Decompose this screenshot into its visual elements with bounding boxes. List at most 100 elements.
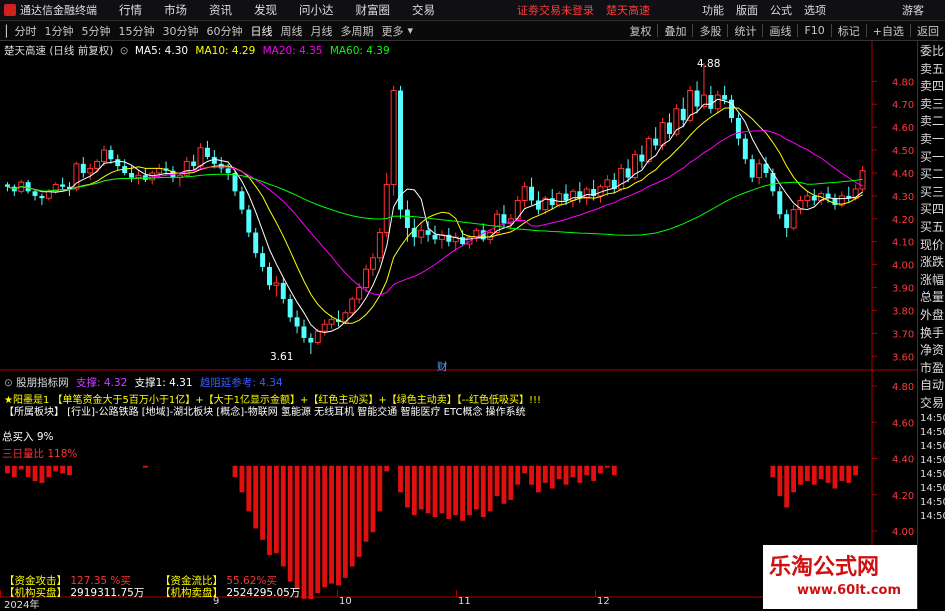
- tab-1min[interactable]: 1分钟: [40, 23, 77, 39]
- side-panel-item[interactable]: 涨幅: [918, 272, 945, 290]
- ma20-label: MA20: 4.35: [262, 45, 323, 57]
- side-panel-item[interactable]: 买五: [918, 219, 945, 237]
- side-panel-item[interactable]: 外盘: [918, 307, 945, 325]
- side-panel-item[interactable]: 卖二: [918, 113, 945, 131]
- main-axis-label: 3.90: [892, 284, 914, 295]
- side-panel-item[interactable]: 买一: [918, 149, 945, 167]
- candle-body: [790, 209, 797, 229]
- side-panel-item[interactable]: 14:50: [918, 510, 945, 524]
- tab-30min[interactable]: 30分钟: [158, 23, 202, 39]
- btn-overlay[interactable]: 叠加: [660, 23, 690, 39]
- btn-add-favorite[interactable]: +自选: [869, 23, 908, 39]
- side-panel-item[interactable]: 交易: [918, 395, 945, 413]
- side-panel-item[interactable]: 14:50: [918, 426, 945, 440]
- menu-item-layout[interactable]: 版面: [736, 2, 758, 18]
- menu-item-news[interactable]: 资讯: [209, 2, 232, 18]
- menu-item-market[interactable]: 市场: [164, 2, 187, 18]
- side-panel-item[interactable]: 现价: [918, 237, 945, 255]
- tab-15min[interactable]: 15分钟: [114, 23, 158, 39]
- side-panel-item[interactable]: 委比: [918, 43, 945, 61]
- indicator-bar: [232, 465, 238, 478]
- side-panel-item[interactable]: 卖一: [918, 131, 945, 149]
- candle-body: [722, 95, 728, 100]
- candle-body: [742, 138, 748, 160]
- quote-side-list: 委比 卖五 卖四 卖三 卖二 卖一 买一 买二 买三 买四 买五 现价 涨跌 涨幅 总量 外盘 换手 净资 市盈 自动…: [918, 43, 945, 524]
- sector-line: 【所属板块】 [行业]-公路铁路 [地域]-湖北板块 [概念]-物联网 氢能源 …: [4, 407, 526, 418]
- finance-marker[interactable]: 财: [437, 359, 448, 374]
- indicator-menu-icon[interactable]: ⊙: [4, 377, 13, 389]
- side-panel-item[interactable]: 卖三: [918, 96, 945, 114]
- indicator-bar: [446, 465, 452, 519]
- side-panel-item[interactable]: 总量: [918, 289, 945, 307]
- candle-body: [680, 108, 686, 121]
- indicator-bar: [18, 465, 24, 470]
- candle-body: [369, 257, 376, 270]
- menu-item-wealth[interactable]: 财富圈: [356, 2, 391, 18]
- menu-item-formula[interactable]: 公式: [770, 2, 792, 18]
- tab-weekly[interactable]: 周线: [276, 23, 306, 39]
- menu-item-discover[interactable]: 发现: [254, 2, 277, 18]
- tab-daily[interactable]: 日线: [246, 23, 276, 39]
- btn-multi-stock[interactable]: 多股: [695, 23, 725, 39]
- side-panel-item[interactable]: 换手: [918, 325, 945, 343]
- menu-item-function[interactable]: 功能: [702, 2, 724, 18]
- indicator-bar: [260, 465, 266, 540]
- kline-chart[interactable]: 4.80 4.70 4.60 4.50 4.40 4.30 4.20 4.10 4.00 3.90…: [0, 41, 917, 599]
- watermark-name: 乐淘公式网: [769, 555, 880, 580]
- main-axis-label: 4.30: [892, 192, 914, 203]
- tab-60min[interactable]: 60分钟: [202, 23, 246, 39]
- menu-item-ask[interactable]: 问小达: [299, 2, 334, 18]
- chevron-down-icon[interactable]: ⊙: [120, 45, 129, 57]
- tab-more[interactable]: 更多: [377, 23, 407, 39]
- tab-5min[interactable]: 5分钟: [77, 23, 114, 39]
- guest-label[interactable]: 游客: [902, 2, 924, 18]
- resistance-label: 趋阻延参考: 4.34: [199, 377, 283, 389]
- side-panel-item[interactable]: 买三: [918, 184, 945, 202]
- menu-item-trade[interactable]: 交易: [412, 2, 435, 18]
- menu-item-options[interactable]: 选项: [804, 2, 826, 18]
- btn-back[interactable]: 返回: [913, 23, 945, 39]
- candle-body: [735, 117, 741, 139]
- side-panel-item[interactable]: 14:50: [918, 454, 945, 468]
- indicator-bar: [425, 465, 431, 514]
- indicator-bar: [253, 465, 259, 529]
- btn-restore-rights[interactable]: 复权: [625, 23, 655, 39]
- candle-body: [273, 282, 280, 286]
- tab-monthly[interactable]: 月线: [306, 23, 336, 39]
- candle-body: [349, 298, 356, 314]
- indicator-bar: [522, 465, 528, 474]
- candle-body: [639, 154, 645, 162]
- tab-tick[interactable]: ▏分时: [0, 23, 40, 39]
- high-price-label: 4.88: [697, 58, 721, 70]
- login-status[interactable]: 证劵交易未登录: [517, 2, 594, 18]
- side-panel-item[interactable]: 买二: [918, 166, 945, 184]
- side-panel-item[interactable]: 14:50: [918, 440, 945, 454]
- side-panel-item[interactable]: 卖四: [918, 78, 945, 96]
- indicator-bar: [598, 465, 603, 474]
- side-panel-item[interactable]: 卖五: [918, 61, 945, 79]
- app-name: 通达信金融终端: [20, 4, 97, 17]
- indicator-bar: [67, 465, 72, 476]
- side-panel-item[interactable]: 市盈: [918, 360, 945, 378]
- side-panel-item[interactable]: 自动: [918, 377, 945, 395]
- side-panel-item[interactable]: 14:50: [918, 482, 945, 496]
- btn-draw-line[interactable]: 画线: [765, 23, 795, 39]
- candle-body: [487, 232, 494, 240]
- side-panel-item[interactable]: 买四: [918, 201, 945, 219]
- candle-body: [60, 184, 66, 187]
- side-panel-item[interactable]: 14:50: [918, 496, 945, 510]
- btn-statistics[interactable]: 统计: [730, 23, 760, 39]
- candle-body: [253, 232, 259, 254]
- menu-item-quotes[interactable]: 行情: [119, 2, 142, 18]
- btn-f10[interactable]: F10: [800, 24, 828, 37]
- candle-body: [418, 229, 425, 238]
- side-panel-item[interactable]: 净资: [918, 342, 945, 360]
- more-dropdown-icon[interactable]: ▾: [407, 24, 413, 37]
- tab-multi-period[interactable]: 多周期: [336, 23, 377, 39]
- watermark-url: www.60lt.com: [797, 583, 902, 598]
- btn-mark[interactable]: 标记: [834, 23, 864, 39]
- side-panel-item[interactable]: 14:50: [918, 468, 945, 482]
- side-panel-item[interactable]: 涨跌: [918, 254, 945, 272]
- side-panel-item[interactable]: 14:50: [918, 412, 945, 426]
- menu-bar: 通达信金融终端 行情 市场 资讯 发现 问小达 财富圈 交易 证劵交易未登录 楚…: [0, 0, 945, 21]
